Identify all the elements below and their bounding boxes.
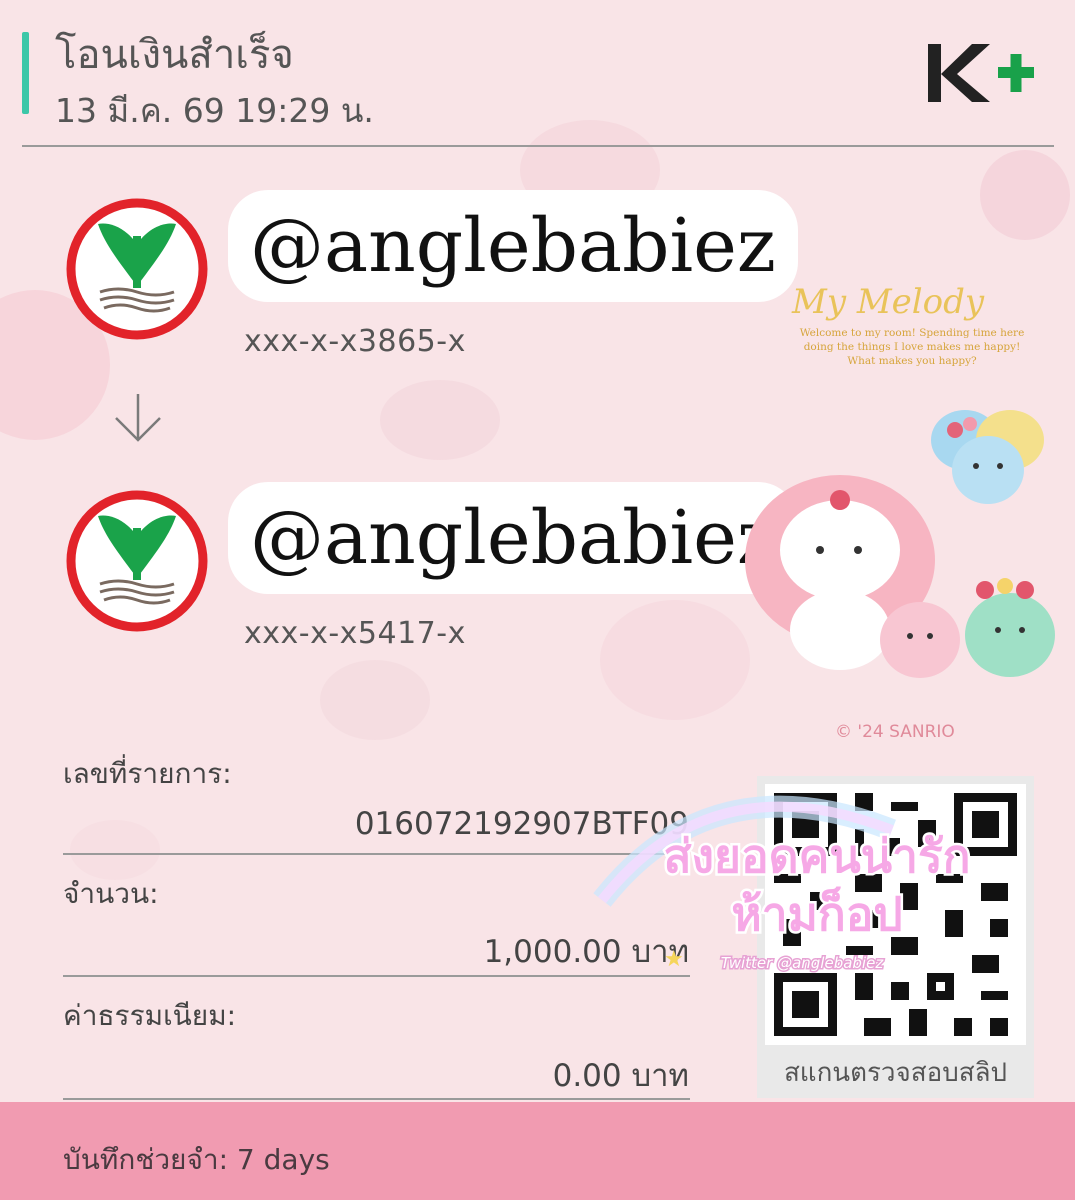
transaction-datetime: 13 มี.ค. 69 19:29 น.: [55, 91, 374, 130]
watermark-line1: ส่งยอดคนน่ารัก: [663, 829, 970, 883]
copyright-text: © '24 SANRIO: [835, 722, 955, 742]
sender-account: xxx-x-x3865-x: [244, 324, 466, 359]
watermark-twitter: Twitter @anglebabiez: [721, 954, 885, 972]
sender-name: @anglebabiez: [228, 190, 798, 302]
accent-bar: [22, 32, 29, 114]
fee-label: ค่าธรรมเนียม:: [63, 999, 237, 1032]
qr-caption: สแกนตรวจสอบสลิป: [783, 1058, 1008, 1088]
kbank-logo-icon: [66, 198, 208, 340]
amount-label: จำนวน:: [63, 877, 159, 910]
kplus-logo-icon: [928, 44, 1034, 102]
watermark-line2: ห้ามก็อป: [731, 886, 902, 941]
slip-header: โอนเงินสำเร็จ 13 มี.ค. 69 19:29 น.: [0, 0, 1075, 148]
ref-label: เลขที่รายการ:: [63, 757, 232, 790]
arrow-down-icon: [115, 394, 161, 442]
fee-value: 0.00 บาท: [552, 1058, 689, 1094]
star-icon: ★: [664, 947, 684, 972]
kbank-logo-icon: [66, 490, 208, 632]
melody-subtitle: Welcome to my room! Spending time here d…: [799, 327, 1025, 367]
page-title: โอนเงินสำเร็จ: [55, 32, 294, 78]
watermark-sticker: ส่งยอดคนน่ารัก ห้ามก็อป Twitter @angleba…: [593, 795, 973, 974]
background-art-title: My Melody Welcome to my room! Spending t…: [792, 282, 1032, 368]
melody-title: My Melody: [792, 282, 985, 322]
detail-divider: [63, 1098, 690, 1100]
memo-text: บันทึกช่วยจำ: 7 days: [63, 1143, 330, 1176]
sanrio-characters-illustration: [745, 410, 1055, 678]
receiver-name: @anglebabiez: [228, 482, 798, 594]
receiver-account: xxx-x-x5417-x: [244, 616, 466, 651]
memo-footer: บันทึกช่วยจำ: 7 days: [0, 1102, 1075, 1200]
header-divider: [22, 145, 1054, 147]
